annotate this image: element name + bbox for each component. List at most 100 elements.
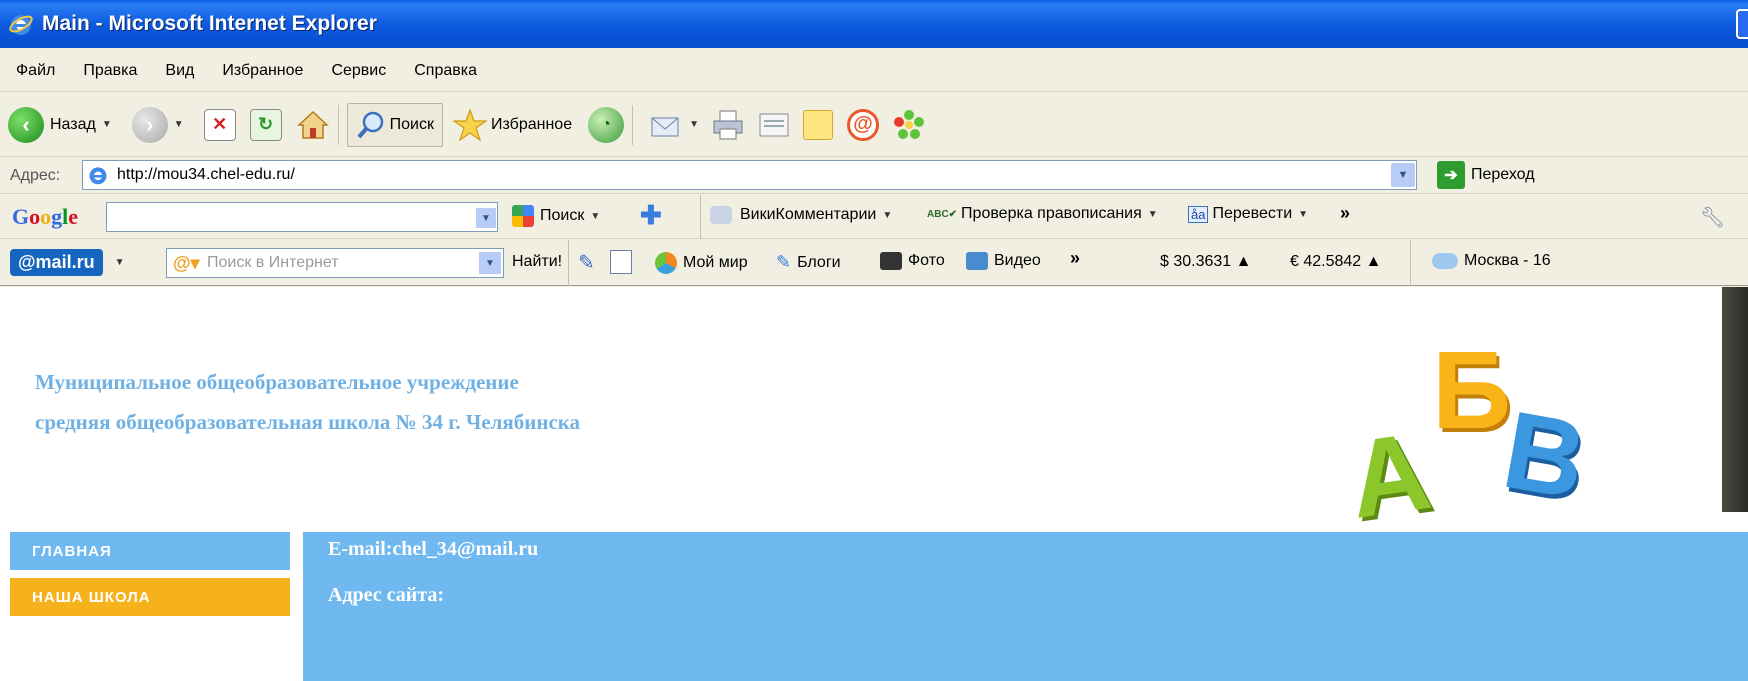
- browser-window: Main - Microsoft Internet Explorer Файл …: [0, 0, 1748, 681]
- plus-icon[interactable]: ✚: [640, 202, 664, 228]
- star-icon: [453, 107, 487, 142]
- address-dropdown-icon[interactable]: ▼: [1391, 163, 1415, 187]
- home-button[interactable]: [296, 108, 330, 142]
- page-ie-icon: [89, 167, 107, 185]
- refresh-button[interactable]: ↻: [249, 108, 282, 141]
- google-search-dropdown[interactable]: ▼: [590, 211, 600, 222]
- forward-dropdown-icon[interactable]: ▼: [174, 119, 184, 130]
- photo-label: Фото: [908, 252, 945, 269]
- find-button[interactable]: Найти!: [512, 253, 562, 271]
- internet-explorer-icon: [9, 15, 33, 35]
- toolbar-separator: [337, 104, 339, 145]
- back-label: Назад: [50, 115, 96, 133]
- logo-letter-a: А: [1341, 409, 1438, 542]
- blogs-link[interactable]: ✎ Блоги: [776, 252, 841, 273]
- back-arrow-icon: ‹: [8, 106, 44, 143]
- edit-button[interactable]: [757, 110, 791, 140]
- google-logo: Google: [12, 203, 79, 229]
- printer-icon: [713, 110, 743, 139]
- back-button[interactable]: ‹ Назад ▼: [8, 106, 112, 143]
- site-address-text: Адрес сайта:: [328, 584, 445, 606]
- menu-edit[interactable]: Правка: [79, 60, 141, 82]
- google-g-icon: [512, 205, 534, 227]
- mailru-logo-dropdown[interactable]: ▼: [115, 257, 125, 268]
- moy-mir-label: Мой мир: [683, 254, 748, 271]
- back-dropdown-icon[interactable]: ▼: [102, 119, 112, 130]
- photo-link[interactable]: Фото: [880, 252, 945, 270]
- standard-toolbar: ‹ Назад ▼ › ▼ ✕ ↻ Поиск Избранное ◔ ▼ @: [0, 93, 1748, 157]
- weather-widget[interactable]: Москва - 16: [1432, 252, 1551, 270]
- menu-view[interactable]: Вид: [161, 60, 198, 82]
- go-button[interactable]: ➔ Переход: [1437, 161, 1535, 189]
- nav-main[interactable]: ГЛАВНАЯ: [10, 532, 290, 570]
- search-button[interactable]: Поиск: [346, 102, 443, 147]
- mbar-separator-2: [1410, 240, 1411, 286]
- pencil-icon[interactable]: ✎: [578, 250, 595, 275]
- menu-favorites[interactable]: Избранное: [218, 60, 307, 82]
- blogs-label: Блоги: [797, 253, 841, 271]
- video-link[interactable]: Видео: [966, 252, 1041, 270]
- forward-button[interactable]: › ▼: [131, 106, 184, 143]
- history-icon: ◔: [588, 106, 625, 143]
- usd-rate[interactable]: $ 30.3631 ▲: [1160, 253, 1251, 271]
- wiki-dropdown[interactable]: ▼: [882, 210, 892, 221]
- comment-icon: [710, 206, 732, 224]
- wrench-icon[interactable]: 🔧︎: [1700, 205, 1725, 230]
- mailru-agent-button[interactable]: @: [847, 108, 879, 141]
- window-title: Main - Microsoft Internet Explorer: [42, 12, 377, 35]
- school-title-line1: Муниципальное общеобразовательное учрежд…: [35, 370, 519, 394]
- school-title-line2: средняя общеобразовательная школа № 34 г…: [35, 410, 581, 434]
- magnifier-icon: [357, 111, 383, 138]
- home-icon: [296, 110, 329, 139]
- mailru-search-placeholder: Поиск в Интернет: [207, 254, 339, 271]
- cloud-icon: [1432, 253, 1458, 269]
- google-dropdown-icon[interactable]: ▼: [476, 208, 496, 228]
- mailru-search-dropdown[interactable]: ▼: [479, 252, 501, 274]
- email-text[interactable]: E-mail:chel_34@mail.ru: [328, 538, 538, 561]
- page-content: Муниципальное общеобразовательное учрежд…: [0, 287, 1748, 681]
- mailru-search-input[interactable]: @▾ Поиск в Интернет ▼: [166, 248, 504, 278]
- menu-bar: Файл Правка Вид Избранное Сервис Справка: [0, 50, 1748, 92]
- google-search-input[interactable]: [106, 202, 498, 232]
- minimize-button[interactable]: [1736, 9, 1748, 39]
- moy-mir-link[interactable]: Мой мир: [655, 252, 748, 274]
- spellcheck-dropdown[interactable]: ▼: [1148, 209, 1158, 220]
- page-search-icon[interactable]: [610, 250, 632, 274]
- eur-rate[interactable]: € 42.5842 ▲: [1290, 253, 1381, 271]
- google-search-label: Поиск: [540, 207, 585, 224]
- menu-help[interactable]: Справка: [410, 60, 481, 82]
- google-search-button[interactable]: Поиск ▼: [512, 205, 600, 227]
- address-bar: Адрес: http://mou34.chel-edu.ru/ ▼ ➔ Пер…: [0, 158, 1748, 194]
- stop-button[interactable]: ✕: [203, 108, 236, 141]
- translate-dropdown[interactable]: ▼: [1298, 209, 1308, 220]
- mbar-separator: [568, 240, 569, 286]
- google-more-chevron[interactable]: »: [1340, 203, 1350, 224]
- refresh-icon: ↻: [249, 108, 282, 141]
- notes-button[interactable]: [803, 109, 833, 140]
- address-input[interactable]: http://mou34.chel-edu.ru/ ▼: [82, 160, 1417, 190]
- print-button[interactable]: [711, 109, 745, 141]
- stop-icon: ✕: [203, 108, 236, 141]
- logo-letter-b: Б: [1432, 329, 1512, 452]
- wiki-comments-button[interactable]: ВикиКомментарии ▼: [710, 206, 892, 224]
- favorites-button[interactable]: Избранное: [453, 107, 573, 142]
- mail-button[interactable]: ▼: [649, 110, 699, 140]
- camera-icon: [880, 252, 902, 270]
- video-label: Видео: [994, 252, 1041, 269]
- address-url: http://mou34.chel-edu.ru/: [117, 166, 295, 183]
- google-toolbar: Google ▼ Поиск ▼ ✚ ВикиКомментарии ▼ ABC…: [0, 195, 1748, 239]
- video-icon: [966, 252, 988, 270]
- nav-our-school[interactable]: НАША ШКОЛА: [10, 578, 290, 616]
- mail-more-chevron[interactable]: »: [1070, 248, 1080, 269]
- menu-file[interactable]: Файл: [12, 60, 59, 82]
- mail-dropdown-icon[interactable]: ▼: [689, 119, 699, 130]
- translate-button[interactable]: åa Перевести ▼: [1188, 205, 1308, 223]
- history-button[interactable]: ◔: [588, 106, 625, 143]
- forward-arrow-icon: ›: [131, 106, 168, 143]
- favorites-label: Избранное: [491, 115, 573, 133]
- icq-button[interactable]: [893, 109, 925, 141]
- spellcheck-button[interactable]: ABC✔ Проверка правописания ▼: [927, 205, 1158, 223]
- at-sign-icon: @: [847, 108, 879, 141]
- mailru-logo[interactable]: @mail.ru: [10, 249, 103, 276]
- menu-tools[interactable]: Сервис: [327, 60, 390, 82]
